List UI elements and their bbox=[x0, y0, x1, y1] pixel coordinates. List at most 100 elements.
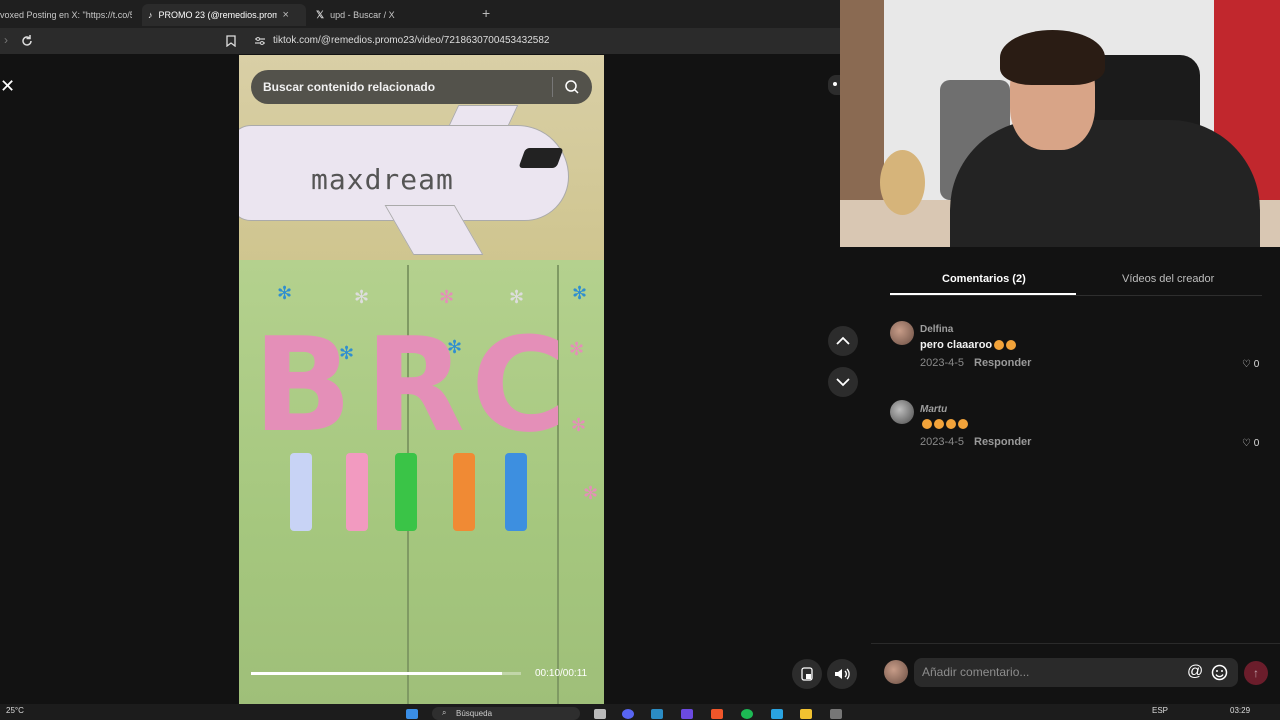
emoji-icon bbox=[958, 419, 968, 430]
streamer-body bbox=[950, 120, 1260, 247]
clock[interactable]: 03:29 bbox=[1230, 706, 1250, 715]
search-icon: ⌕ bbox=[442, 708, 447, 717]
snowflake-icon: ✻ bbox=[572, 283, 588, 303]
name-tag bbox=[505, 453, 527, 531]
site-info-icon[interactable] bbox=[254, 36, 266, 46]
arrow-up-icon: ↑ bbox=[1253, 666, 1259, 680]
like-button[interactable]: ♡ 0 bbox=[1242, 438, 1259, 449]
my-avatar bbox=[884, 660, 908, 684]
search-divider bbox=[552, 77, 553, 97]
snowflake-icon: ✻ bbox=[439, 287, 455, 307]
related-search-input[interactable]: Buscar contenido relacionado bbox=[251, 70, 592, 104]
floating-player-icon bbox=[801, 667, 813, 681]
file-explorer-icon[interactable] bbox=[800, 709, 812, 719]
video-time: 00:10/00:11 bbox=[535, 668, 588, 679]
tab-label: upd - Buscar / X bbox=[330, 10, 395, 20]
tab-comments[interactable]: Comentarios (2) bbox=[942, 273, 1026, 285]
like-count: 0 bbox=[1253, 359, 1260, 370]
next-video-button[interactable] bbox=[828, 367, 858, 397]
volume-button[interactable] bbox=[827, 659, 857, 689]
bookmark-icon[interactable] bbox=[226, 35, 236, 47]
snowflake-icon: ✻ bbox=[339, 343, 355, 363]
emoji-icon bbox=[946, 419, 956, 430]
app-icon[interactable] bbox=[681, 709, 693, 719]
windows-start-icon[interactable] bbox=[406, 709, 418, 719]
streamer-hair bbox=[1000, 30, 1105, 85]
post-comment-button[interactable]: ↑ bbox=[1244, 661, 1268, 685]
search-placeholder: Buscar contenido relacionado bbox=[263, 80, 436, 94]
emoji-picker-icon[interactable] bbox=[1211, 664, 1228, 681]
name-tag bbox=[346, 453, 368, 531]
previous-video-button[interactable] bbox=[828, 326, 858, 356]
comments-panel bbox=[871, 247, 1280, 704]
floating-player-button[interactable] bbox=[792, 659, 822, 689]
snowflake-icon: ✻ bbox=[571, 415, 587, 435]
task-view-icon[interactable] bbox=[594, 709, 606, 719]
mention-icon[interactable]: @ bbox=[1187, 663, 1203, 681]
comment-text-body: pero claaaroo bbox=[920, 339, 993, 351]
dot-icon bbox=[833, 82, 837, 86]
plane-text: maxdream bbox=[311, 163, 454, 196]
taskbar-search[interactable]: ⌕ Búsqueda bbox=[432, 707, 580, 720]
tab-label: voxed Posting en X: "https://t.co/5yM bbox=[0, 10, 132, 20]
app-icon[interactable] bbox=[830, 709, 842, 719]
emoji-icon bbox=[922, 419, 932, 430]
weather-text[interactable]: 25°C bbox=[6, 706, 24, 715]
discord-icon[interactable] bbox=[622, 709, 634, 719]
comment-text bbox=[920, 418, 968, 430]
name-tag bbox=[290, 453, 312, 531]
new-tab-button[interactable]: + bbox=[482, 5, 490, 21]
comment-date: 2023-4-5 bbox=[920, 357, 965, 369]
letter-c: C bbox=[471, 309, 567, 461]
close-tab-icon[interactable]: × bbox=[283, 9, 289, 21]
close-video-icon[interactable]: ✕ bbox=[0, 76, 15, 97]
active-tab-indicator bbox=[890, 293, 1076, 295]
tab-label: PROMO 23 (@remedios.promo bbox=[158, 10, 277, 20]
spotify-icon[interactable] bbox=[741, 709, 753, 719]
chevron-up-icon bbox=[836, 336, 850, 345]
taskbar bbox=[0, 704, 1280, 720]
tab-x-search[interactable]: 𝕏 upd - Buscar / X bbox=[310, 4, 470, 26]
name-tag bbox=[395, 453, 417, 531]
comment-text: pero claaaroo bbox=[920, 339, 1017, 351]
url-field[interactable]: tiktok.com/@remedios.promo23/video/72186… bbox=[273, 35, 549, 46]
reload-icon[interactable] bbox=[20, 34, 34, 48]
emoji-icon bbox=[1006, 340, 1017, 351]
tab-voxed[interactable]: voxed Posting en X: "https://t.co/5yM bbox=[0, 4, 132, 26]
comment-username[interactable]: Delfina bbox=[920, 324, 953, 335]
x-logo-icon: 𝕏 bbox=[316, 9, 325, 21]
input-language[interactable]: ESP bbox=[1152, 706, 1168, 715]
progress-fill bbox=[251, 672, 503, 675]
chevron-down-icon bbox=[836, 378, 850, 387]
webcam-overlay bbox=[840, 0, 1280, 247]
reply-button[interactable]: Responder bbox=[974, 357, 1031, 369]
tab-promo23[interactable]: ♪ PROMO 23 (@remedios.promo × bbox=[142, 4, 306, 26]
emoji-icon bbox=[934, 419, 944, 430]
app-icon[interactable] bbox=[771, 709, 783, 719]
like-count: 0 bbox=[1253, 438, 1260, 449]
forward-icon[interactable]: › bbox=[4, 33, 8, 47]
heart-icon: ♡ bbox=[1242, 359, 1251, 370]
plane-window bbox=[518, 148, 564, 168]
snowflake-icon: ✻ bbox=[354, 287, 370, 307]
video-player[interactable]: maxdream B R C ✻ ✻ ✻ ✻ ✻ ✻ ✻ ✻ ✻ ✻ bbox=[239, 55, 604, 704]
comment-date: 2023-4-5 bbox=[920, 436, 965, 448]
brave-icon[interactable] bbox=[711, 709, 723, 719]
snowflake-icon: ✻ bbox=[447, 337, 463, 357]
tiktok-icon: ♪ bbox=[148, 10, 153, 20]
app-icon[interactable] bbox=[651, 709, 663, 719]
snowflake-icon: ✻ bbox=[277, 283, 293, 303]
tab-creator-videos[interactable]: Vídeos del creador bbox=[1122, 273, 1214, 285]
snowflake-icon: ✻ bbox=[569, 339, 585, 359]
search-icon[interactable] bbox=[564, 79, 580, 95]
address-bar: › tiktok.com/@remedios.promo23/video/721… bbox=[0, 28, 840, 54]
like-button[interactable]: ♡ 0 bbox=[1242, 359, 1259, 370]
browser-tab-bar: voxed Posting en X: "https://t.co/5yM ♪ … bbox=[0, 0, 840, 28]
comment-placeholder: Añadir comentario... bbox=[922, 665, 1030, 679]
reply-button[interactable]: Responder bbox=[974, 436, 1031, 448]
avatar[interactable] bbox=[890, 321, 914, 345]
emoji-icon bbox=[994, 340, 1005, 351]
comment-username[interactable]: Martu bbox=[920, 404, 947, 415]
avatar[interactable] bbox=[890, 400, 914, 424]
volume-icon bbox=[835, 668, 850, 680]
